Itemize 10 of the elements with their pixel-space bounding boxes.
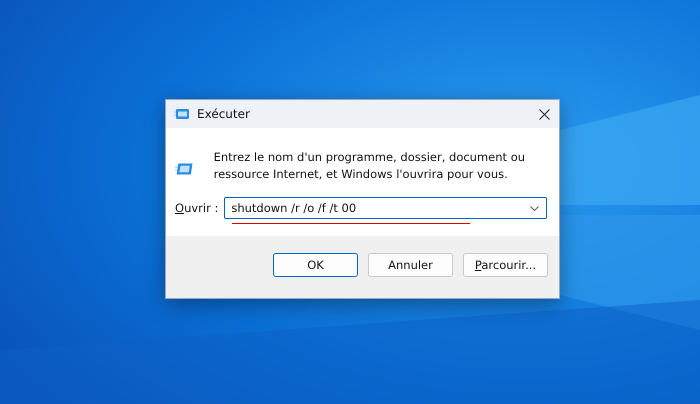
instruction-text: Entrez le nom d'un programme, dossier, document ou ressource Internet, et Windows l'ouvrira pour vous. <box>214 149 526 183</box>
dialog-button[interactable]: OK <box>273 253 358 277</box>
window-title: Exécuter <box>197 107 251 121</box>
dialog-button[interactable]: Annuler <box>368 253 453 277</box>
open-label: Ouvrir : <box>175 201 218 215</box>
close-icon <box>538 108 550 120</box>
dialog-button[interactable]: Parcourir... <box>463 253 548 277</box>
chevron-down-icon[interactable] <box>530 206 539 211</box>
open-combobox[interactable]: shutdown /r /o /f /t 00 <box>224 197 547 219</box>
run-app-icon <box>174 108 190 120</box>
